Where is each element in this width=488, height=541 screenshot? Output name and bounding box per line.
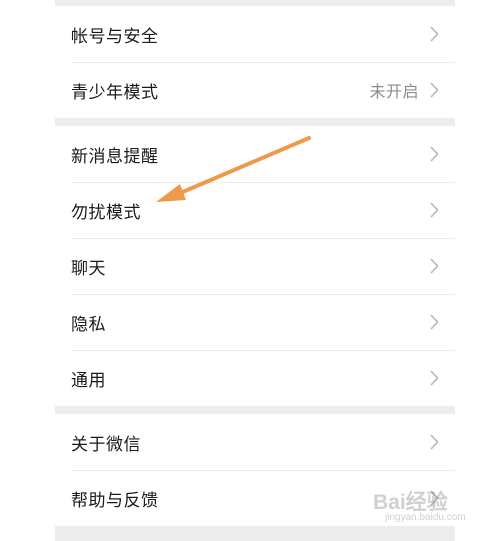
settings-group-account: 帐号与安全 青少年模式 未开启	[55, 6, 455, 118]
chevron-right-icon	[430, 258, 439, 274]
new-message-notification-label: 新消息提醒	[71, 146, 159, 167]
settings-group-general: 新消息提醒 勿扰模式 聊天 隐私 通用	[55, 126, 455, 406]
baidu-jingyan-domain: jingyan.baidu.com	[385, 512, 466, 523]
chevron-right-icon	[430, 314, 439, 330]
teen-mode-item[interactable]: 青少年模式 未开启	[55, 62, 455, 118]
about-wechat-item[interactable]: 关于微信	[55, 414, 455, 470]
account-security-label: 帐号与安全	[71, 26, 159, 47]
settings-screen: 帐号与安全 青少年模式 未开启 新消息提醒 勿扰模式 聊天 隐私 通用 关于微信…	[55, 0, 455, 541]
chevron-right-icon	[430, 202, 439, 218]
privacy-item[interactable]: 隐私	[55, 294, 455, 350]
general-item[interactable]: 通用	[55, 350, 455, 406]
chevron-right-icon	[430, 146, 439, 162]
chevron-right-icon	[430, 370, 439, 386]
general-label: 通用	[71, 370, 106, 391]
teen-mode-status: 未开启	[369, 82, 419, 101]
chat-label: 聊天	[71, 258, 106, 279]
teen-mode-label: 青少年模式	[71, 82, 159, 103]
about-wechat-label: 关于微信	[71, 434, 141, 455]
do-not-disturb-item[interactable]: 勿扰模式	[55, 182, 455, 238]
privacy-label: 隐私	[71, 314, 106, 335]
account-security-item[interactable]: 帐号与安全	[55, 6, 455, 62]
do-not-disturb-label: 勿扰模式	[71, 202, 141, 223]
help-feedback-label: 帮助与反馈	[71, 490, 159, 511]
chat-item[interactable]: 聊天	[55, 238, 455, 294]
chevron-right-icon	[430, 82, 439, 98]
chevron-right-icon	[430, 26, 439, 42]
new-message-notification-item[interactable]: 新消息提醒	[55, 126, 455, 182]
chevron-right-icon	[430, 434, 439, 450]
